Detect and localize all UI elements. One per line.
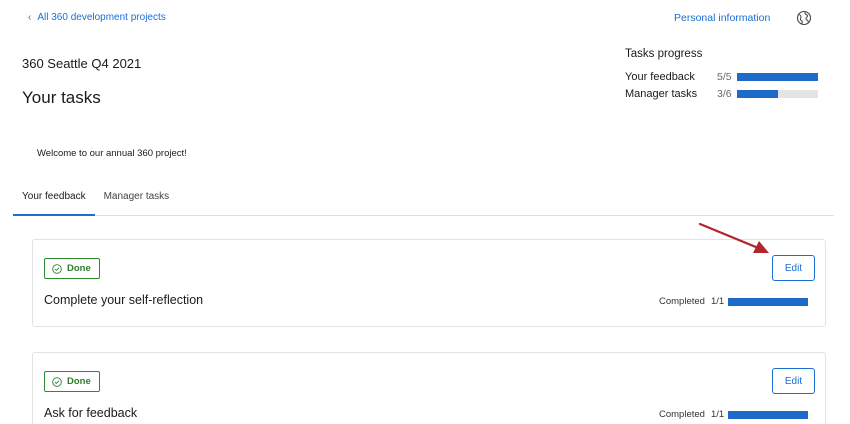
progress-count: 5/5 [717,70,732,83]
edit-button[interactable]: Edit [772,368,815,394]
completion-bar [728,410,809,419]
completion-bar-fill [728,410,809,419]
back-link-label: All 360 development projects [37,12,166,23]
progress-bar [737,72,818,81]
annotation-arrow-icon [698,222,769,253]
completed-count: 1/1 [710,296,725,307]
progress-row-your-feedback: Your feedback 5/5 [625,68,825,85]
tab-manager-tasks[interactable]: Manager tasks [104,186,170,216]
completion-bar-fill [728,297,809,306]
status-badge-label: Done [67,263,91,274]
progress-row-manager-tasks: Manager tasks 3/6 [625,85,825,102]
progress-count: 3/6 [717,87,732,100]
status-badge-label: Done [67,376,91,387]
personal-information-link[interactable]: Personal information [674,12,770,24]
status-badge: Done [44,258,100,279]
progress-bar-fill [737,72,818,81]
chevron-left-icon: ‹ [28,12,32,23]
status-badge: Done [44,371,100,392]
completed-label: Completed [659,409,705,420]
tab-your-feedback[interactable]: Your feedback [13,186,95,216]
completed-label: Completed [659,296,705,307]
progress-bar [737,89,818,98]
progress-label: Your feedback [625,70,695,83]
welcome-message: Welcome to our annual 360 project! [37,148,187,159]
task-title: Ask for feedback [44,406,138,420]
task-card: Done Ask for feedback Edit Completed 1/1 [32,352,826,424]
tab-bar: Your feedback Manager tasks [13,186,834,216]
check-circle-icon [52,263,62,274]
task-title: Complete your self-reflection [44,293,204,307]
tasks-progress-title: Tasks progress [625,48,703,60]
completed-count: 1/1 [710,409,725,420]
task-completion: Completed 1/1 [659,296,809,307]
check-circle-icon [52,376,62,387]
task-completion: Completed 1/1 [659,409,809,420]
globe-icon[interactable] [796,10,812,26]
tasks-progress: Tasks progress Your feedback 5/5 Manager… [625,48,825,102]
progress-bar-fill [737,89,778,98]
back-link[interactable]: ‹ All 360 development projects [28,12,166,23]
completion-bar [728,297,809,306]
edit-button[interactable]: Edit [772,255,815,281]
project-name: 360 Seattle Q4 2021 [22,56,142,71]
progress-label: Manager tasks [625,87,698,100]
page-title: Your tasks [22,88,101,107]
